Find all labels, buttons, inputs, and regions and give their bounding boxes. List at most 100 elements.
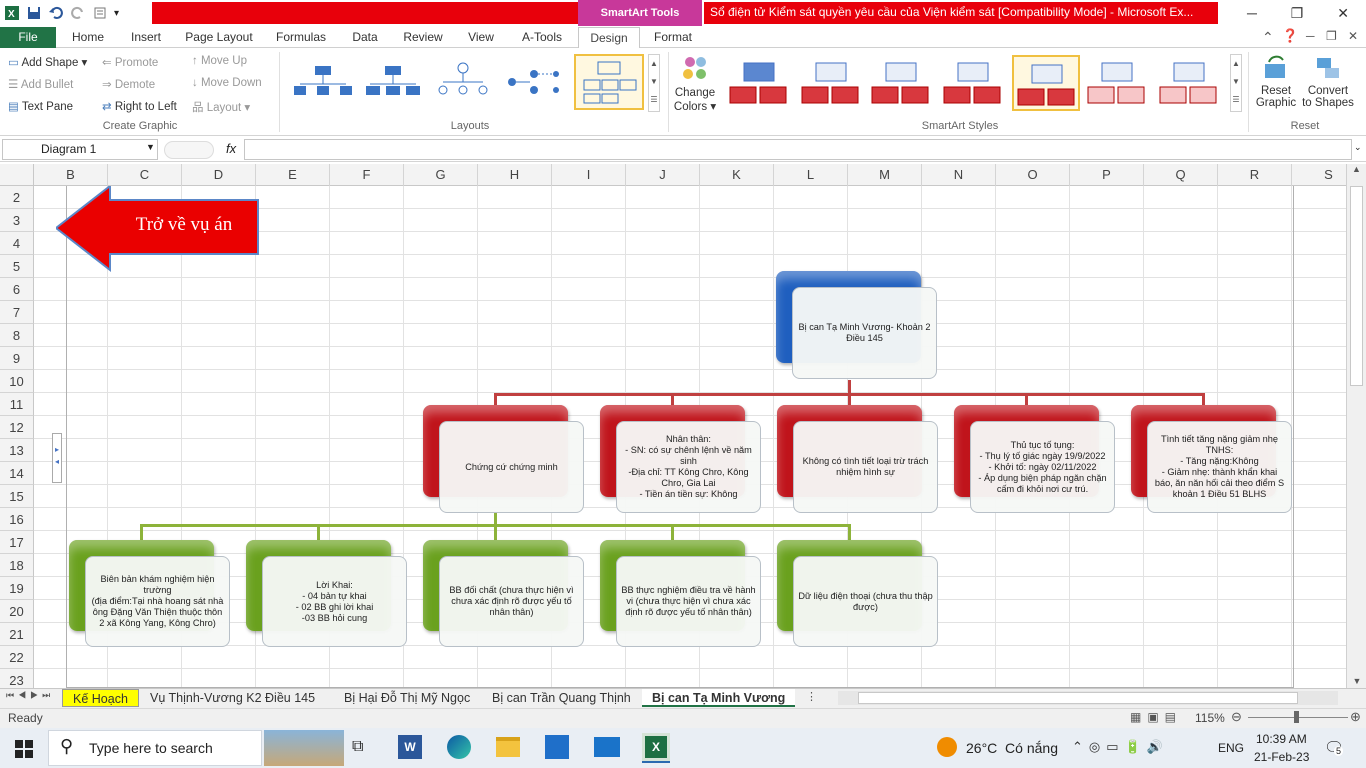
tab-home[interactable]: Home xyxy=(62,27,114,48)
workbook-restore-icon[interactable]: ❐ xyxy=(1326,29,1337,43)
tab-data[interactable]: Data xyxy=(342,27,388,48)
smartart-root-node[interactable]: Bị can Tạ Minh Vương- Khoản 2 Điều 145 xyxy=(792,287,937,379)
smartart-style-thumb[interactable] xyxy=(1156,55,1224,111)
text-pane-toggle[interactable]: ▸ ◂ xyxy=(52,433,62,483)
right-to-left-button[interactable]: ⇄ Right to Left xyxy=(102,99,177,113)
smartart-style-thumb[interactable] xyxy=(868,55,936,111)
sheet-nav-arrows[interactable]: ⏮◀▶⏭ xyxy=(6,690,54,701)
smartart-level3-node[interactable]: Biên bản khám nghiệm hiện trường (địa đi… xyxy=(85,556,230,647)
formula-bar-resize-handle[interactable] xyxy=(164,141,214,159)
add-shape-button[interactable]: ▭ Add Shape ▾ xyxy=(8,55,87,69)
zoom-in-icon[interactable]: ⊕ xyxy=(1350,709,1361,725)
smartart-level2-node[interactable]: Nhân thân: - SN: có sự chênh lệnh về năm… xyxy=(616,421,761,513)
tab-page-layout[interactable]: Page Layout xyxy=(178,27,260,48)
column-header[interactable]: H xyxy=(478,164,552,186)
smartart-level3-node[interactable]: BB thực nghiệm điều tra về hành vi (chưa… xyxy=(616,556,761,647)
move-down-button[interactable]: ↓ Move Down xyxy=(192,77,262,89)
smartart-level2-node[interactable]: Tình tiết tăng nặng giảm nhẹ TNHS: - Tăn… xyxy=(1147,421,1292,513)
row-header[interactable]: 20 xyxy=(0,600,34,623)
row-header[interactable]: 10 xyxy=(0,370,34,393)
store-taskbar-icon[interactable] xyxy=(545,735,569,759)
smartart-level2-node[interactable]: Chứng cứ chứng minh xyxy=(439,421,584,513)
tab-format[interactable]: Format xyxy=(644,27,702,48)
minimize-icon[interactable]: ─ xyxy=(1247,5,1257,21)
column-header[interactable]: I xyxy=(552,164,626,186)
layout-button[interactable]: 品 Layout ▾ xyxy=(192,99,250,115)
task-view-icon[interactable]: ⧉ xyxy=(352,738,363,756)
language-indicator[interactable]: ENG xyxy=(1218,741,1244,755)
sheet-tab-vu-thinh-vuong[interactable]: Vụ Thịnh-Vương K2 Điều 145 xyxy=(140,689,325,707)
zoom-out-icon[interactable]: ⊖ xyxy=(1231,709,1242,725)
column-header[interactable]: L xyxy=(774,164,848,186)
notification-center[interactable]: 🗨 5 xyxy=(1324,738,1346,758)
row-header[interactable]: 3 xyxy=(0,209,34,232)
workbook-minimize-icon[interactable]: ─ xyxy=(1306,29,1315,43)
smartart-level2-node[interactable]: Thủ tục tố tụng: - Thụ lý tố giác ngày 1… xyxy=(970,421,1115,513)
help-icon[interactable]: ❓ xyxy=(1282,28,1298,44)
zoom-slider-thumb[interactable] xyxy=(1294,711,1299,723)
row-header[interactable]: 22 xyxy=(0,646,34,669)
column-header[interactable]: E xyxy=(256,164,330,186)
layout-thumb-circle-hierarchy[interactable] xyxy=(428,54,498,110)
tab-formulas[interactable]: Formulas xyxy=(268,27,334,48)
restore-icon[interactable]: ❐ xyxy=(1291,5,1304,22)
print-preview-icon[interactable] xyxy=(92,5,108,21)
row-header[interactable]: 7 xyxy=(0,301,34,324)
formula-expand-icon[interactable]: ⌄ xyxy=(1354,142,1362,153)
layouts-gallery-scroll[interactable]: ▲ ▼ ☰ xyxy=(648,54,660,112)
sheet-tab-bi-hai[interactable]: Bị Hại Đỗ Thị Mỹ Ngọc xyxy=(334,689,480,707)
zoom-level[interactable]: 115% xyxy=(1195,711,1225,725)
column-header[interactable]: P xyxy=(1070,164,1144,186)
row-header[interactable]: 6 xyxy=(0,278,34,301)
layout-thumb-selected[interactable] xyxy=(574,54,644,110)
insert-function-icon[interactable]: fx xyxy=(226,141,236,156)
tab-review[interactable]: Review xyxy=(396,27,450,48)
edge-taskbar-icon[interactable] xyxy=(447,735,471,759)
convert-to-shapes-button[interactable]: Convert to Shapes xyxy=(1300,54,1356,116)
column-header[interactable]: O xyxy=(996,164,1070,186)
sheet-tab-ke-hoach[interactable]: Kế Hoạch xyxy=(62,689,139,707)
column-header[interactable]: G xyxy=(404,164,478,186)
column-header[interactable]: D xyxy=(182,164,256,186)
scroll-up-icon[interactable]: ▲ xyxy=(1347,164,1366,174)
promote-button[interactable]: ⇐ Promote xyxy=(102,55,158,69)
smartart-level3-node[interactable]: Lời Khai: - 04 bản tự khai - 02 BB ghi l… xyxy=(262,556,407,647)
reset-graphic-button[interactable]: Reset Graphic xyxy=(1252,54,1300,116)
column-header[interactable]: B xyxy=(34,164,108,186)
column-header[interactable]: R xyxy=(1218,164,1292,186)
smartart-level3-node[interactable]: Dữ liệu điện thoại (chưa thu thập được) xyxy=(793,556,938,647)
row-header[interactable]: 2 xyxy=(0,186,34,209)
file-explorer-taskbar-icon[interactable] xyxy=(496,737,520,757)
save-icon[interactable] xyxy=(26,5,42,21)
layout-thumb-hierarchy[interactable] xyxy=(288,54,358,110)
column-header[interactable]: F xyxy=(330,164,404,186)
tab-design[interactable]: Design xyxy=(578,27,640,48)
name-box-dropdown-icon[interactable]: ▼ xyxy=(146,142,155,152)
row-header[interactable]: 21 xyxy=(0,623,34,646)
scroll-down-icon[interactable]: ▼ xyxy=(1347,676,1366,686)
tab-insert[interactable]: Insert xyxy=(120,27,172,48)
vertical-scrollbar[interactable]: ▲ ▼ xyxy=(1346,164,1366,688)
row-header[interactable]: 17 xyxy=(0,531,34,554)
row-header[interactable]: 19 xyxy=(0,577,34,600)
column-header[interactable]: Q xyxy=(1144,164,1218,186)
horizontal-scrollbar[interactable] xyxy=(838,691,1338,705)
weather-icon[interactable] xyxy=(937,737,957,757)
sheet-tabs-more-icon[interactable]: ⋮ xyxy=(806,690,817,703)
layout-thumb-horizontal-hierarchy[interactable] xyxy=(500,54,570,110)
column-header[interactable]: J xyxy=(626,164,700,186)
close-icon[interactable]: ✕ xyxy=(1337,5,1349,22)
text-pane-button[interactable]: ▤ Text Pane xyxy=(8,99,73,113)
scroll-thumb[interactable] xyxy=(1350,186,1363,386)
horizontal-scroll-thumb[interactable] xyxy=(858,692,1298,704)
row-header[interactable]: 8 xyxy=(0,324,34,347)
row-header[interactable]: 12 xyxy=(0,416,34,439)
smartart-style-thumb[interactable] xyxy=(726,55,794,111)
customize-qat-icon[interactable]: ▾ xyxy=(114,8,119,19)
weather-text[interactable]: 26°C Có nắng xyxy=(966,740,1058,756)
row-header[interactable]: 14 xyxy=(0,462,34,485)
smartart-style-thumb[interactable] xyxy=(798,55,866,111)
clock-date[interactable]: 21-Feb-23 xyxy=(1254,750,1309,764)
column-header[interactable]: N xyxy=(922,164,996,186)
select-all-corner[interactable] xyxy=(0,164,34,186)
